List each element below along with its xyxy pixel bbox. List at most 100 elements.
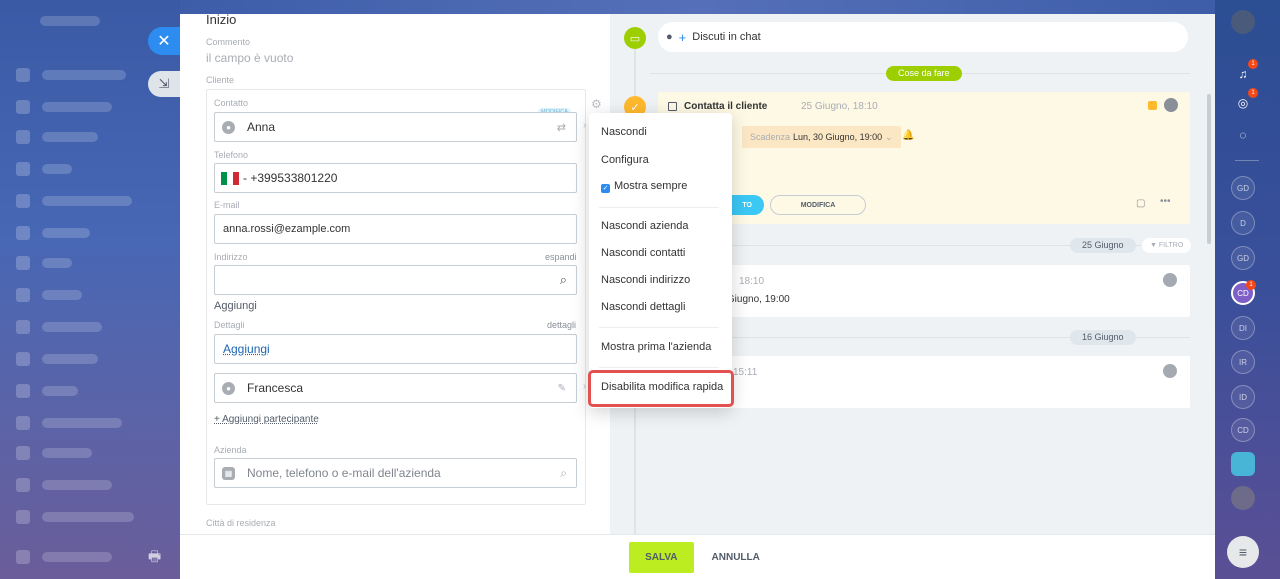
contact-avatar[interactable]: D — [1231, 211, 1255, 235]
menu-item-hide[interactable]: Nascondi — [601, 126, 647, 138]
menu-item-label: Mostra sempre — [614, 180, 688, 192]
note-icon[interactable]: ▢ — [1136, 198, 1145, 209]
bell-icon[interactable]: 🔔 — [902, 130, 914, 141]
contact-avatar[interactable]: DI — [1231, 316, 1255, 340]
chat-text[interactable]: Discuti in chat — [692, 31, 760, 43]
filter-icon: ▼ — [1150, 242, 1157, 249]
close-slider-button[interactable]: ✕ — [148, 27, 180, 55]
menu-item-hide-address[interactable]: Nascondi indirizzo — [601, 274, 690, 286]
contact-avatar[interactable]: GD — [1231, 176, 1255, 200]
task-checkbox[interactable] — [668, 102, 677, 111]
email-value: anna.rossi@ezample.com — [223, 223, 351, 235]
card-arrow-icon: › — [583, 120, 587, 131]
chevron-down-icon: ⌄ — [885, 131, 893, 142]
minimize-icon: ⇲ — [158, 76, 170, 91]
menu-item-hide-contacts[interactable]: Nascondi contatti — [601, 247, 685, 259]
scrollbar[interactable] — [1207, 94, 1211, 244]
address-field[interactable]: ⌕ — [214, 265, 577, 295]
contact-name: Anna — [247, 120, 276, 134]
print-icon[interactable]: 🖶 — [148, 546, 161, 570]
search-icon[interactable]: ⌕ — [560, 466, 567, 481]
gear-icon[interactable]: ⚙ — [591, 97, 602, 111]
avatar — [1163, 364, 1177, 378]
todo-card: Contatta il cliente 25 Giugno, 18:10 Sca… — [658, 92, 1190, 224]
italy-flag-icon[interactable] — [221, 171, 239, 185]
save-button[interactable]: SALVA — [629, 541, 694, 573]
add-address-link[interactable]: Aggiungi — [214, 300, 257, 312]
contact-avatar[interactable]: IR — [1231, 350, 1255, 374]
contact-avatar[interactable]: ID — [1231, 385, 1255, 409]
contact-field[interactable]: ● Anna ⇄ — [214, 112, 577, 142]
bell-icon[interactable]: ♫ 1 — [1231, 59, 1258, 86]
background-topbar — [180, 0, 1215, 14]
flag-marker — [1148, 101, 1157, 110]
target-icon[interactable]: ◎ 1 — [1231, 88, 1258, 115]
address-expand-link[interactable]: espandi — [545, 252, 577, 262]
avatar[interactable] — [1231, 10, 1255, 34]
menu-item-always-show[interactable]: ✓ Mostra sempre — [601, 180, 687, 193]
details-link[interactable]: dettagli — [547, 320, 576, 330]
phone-field[interactable]: - +399533801220 — [214, 163, 577, 193]
comment-label: Commento — [206, 37, 251, 47]
contact-avatar[interactable]: GD — [1231, 246, 1255, 270]
cancel-button[interactable]: ANNULLA — [704, 552, 768, 563]
address-label: Indirizzo — [214, 252, 248, 262]
todo-pill: Cose da fare — [886, 66, 962, 81]
chat-bar[interactable]: ● + Discuti in chat — [658, 22, 1188, 52]
details-field[interactable]: Aggiungi — [214, 334, 577, 364]
card-time: 15:11 — [733, 367, 758, 378]
deal-form: Inizio Commento il campo è vuoto Cliente… — [180, 14, 610, 534]
card-time: 18:10 — [739, 276, 765, 287]
task-title[interactable]: Contatta il cliente — [684, 101, 767, 112]
client-card — [206, 89, 586, 505]
edit-task-button[interactable]: MODIFICA — [770, 195, 866, 215]
contact-avatar[interactable]: CD 1 — [1231, 280, 1256, 305]
company-placeholder: Nome, telefono o e-mail dell'azienda — [247, 466, 441, 480]
add-participant-link[interactable]: + Aggiungi partecipante — [214, 414, 319, 425]
details-label: Dettagli — [214, 320, 245, 330]
pencil-icon[interactable]: ✎ — [558, 383, 566, 394]
company-label: Azienda — [214, 445, 247, 455]
menu-item-configure[interactable]: Configura — [601, 154, 649, 166]
email-field[interactable]: anna.rossi@ezample.com — [214, 214, 577, 244]
person-icon: ● — [222, 381, 235, 395]
phone-label: Telefono — [214, 150, 249, 160]
timeline-card[interactable]: 15:11 — [658, 356, 1190, 408]
checkbox-checked-icon[interactable]: ✓ — [601, 184, 610, 193]
timeline-card[interactable]: ente 18:10 30 Giugno, 19:00 — [658, 265, 1190, 317]
form-footer: SALVA ANNULLA — [180, 534, 1215, 579]
menu-item-hide-company[interactable]: Nascondi azienda — [601, 220, 688, 232]
avatar[interactable] — [1231, 486, 1255, 510]
phone-value: - +399533801220 — [243, 171, 338, 185]
client-label: Cliente — [206, 75, 235, 85]
comment-value[interactable]: il campo è vuoto — [206, 51, 293, 65]
field-settings-menu: Nascondi Configura ✓ Mostra sempre Nascon… — [589, 113, 732, 408]
highlight-box — [588, 370, 734, 407]
menu-icon[interactable]: ≡ — [1227, 536, 1259, 568]
deadline-chip[interactable]: Scadenza Lun, 30 Giugno, 19:00 ⌄ — [742, 126, 901, 148]
minimize-slider-button[interactable]: ⇲ — [148, 71, 180, 97]
company-icon: ▦ — [222, 466, 235, 480]
city-label: Città di residenza — [206, 518, 276, 528]
details-add-link[interactable]: Aggiungi — [223, 342, 270, 356]
filter-button[interactable]: ▼ FILTRO — [1142, 238, 1192, 253]
contact-avatar[interactable]: CD — [1231, 418, 1255, 442]
menu-item-show-company-first[interactable]: Mostra prima l'azienda — [601, 341, 711, 353]
avatar — [1164, 98, 1178, 112]
plus-icon[interactable]: + — [679, 30, 687, 45]
avatar — [1163, 273, 1177, 287]
more-icon[interactable]: ••• — [1160, 196, 1171, 207]
email-label: E-mail — [214, 200, 240, 210]
chat-icon[interactable]: ◌ — [1231, 123, 1255, 147]
search-icon[interactable]: ⌕ — [560, 272, 567, 288]
filter-label: FILTRO — [1158, 242, 1184, 249]
participant-field[interactable]: ● Francesca ✎ — [214, 373, 577, 403]
date-separator: 16 Giugno — [1070, 330, 1136, 345]
swap-icon[interactable]: ⇄ — [557, 121, 566, 134]
section-title: Inizio — [206, 14, 237, 27]
right-sidebar: ♫ 1 ◎ 1 ◌ GD D GD CD 1 DI IR ID CD ≡ — [1215, 0, 1280, 579]
close-icon: ✕ — [157, 33, 171, 50]
menu-item-hide-details[interactable]: Nascondi dettagli — [601, 301, 685, 313]
chat-group-icon[interactable] — [1231, 452, 1255, 476]
company-field[interactable]: ▦ Nome, telefono o e-mail dell'azienda ⌕ — [214, 458, 577, 488]
